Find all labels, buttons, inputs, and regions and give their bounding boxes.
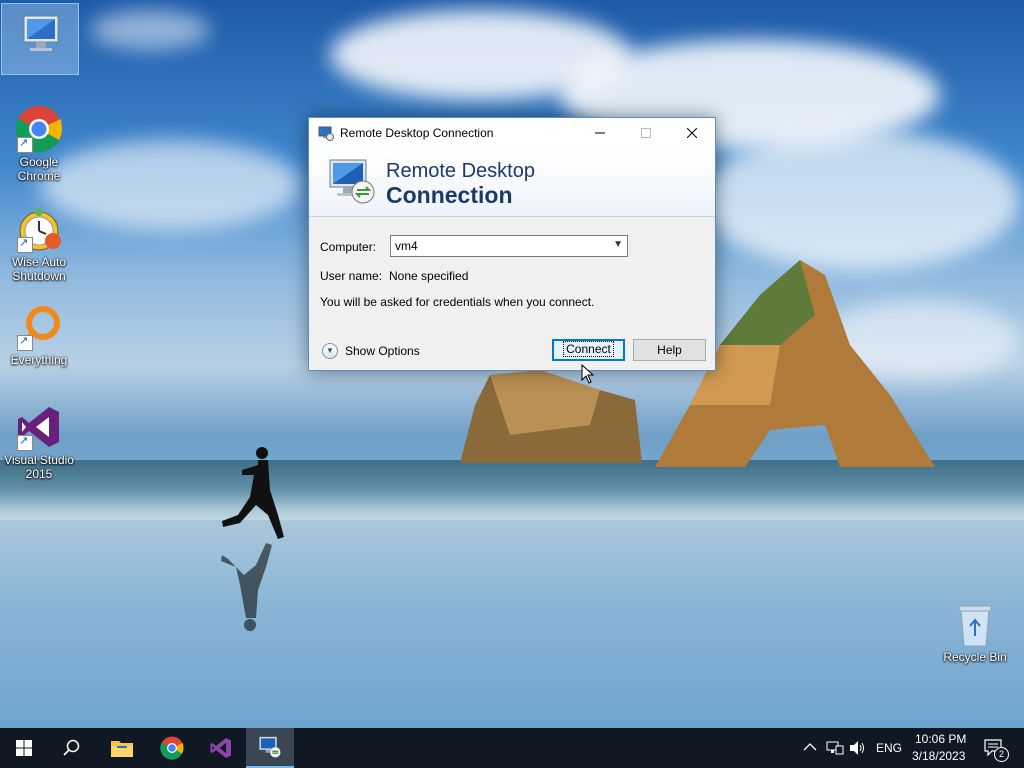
show-options-link[interactable]: Show Options xyxy=(345,344,420,358)
dialog-titlebar[interactable]: Remote Desktop Connection xyxy=(309,118,715,148)
clock-date[interactable]: 3/18/2023 xyxy=(912,749,965,763)
desktop-icon-recycle-bin[interactable]: Recycle Bin xyxy=(937,600,1013,664)
chrome-icon xyxy=(160,736,184,760)
remote-desktop-dialog[interactable]: Remote Desktop Connection Remote Desktop… xyxy=(308,117,716,371)
username-label: User name: xyxy=(320,269,383,283)
taskbar-visual-studio[interactable] xyxy=(197,728,245,768)
remote-desktop-icon xyxy=(259,736,281,758)
shortcut-arrow-icon xyxy=(17,334,33,351)
visual-studio-icon xyxy=(210,738,231,758)
everything-icon xyxy=(15,303,63,351)
username-value: None specified xyxy=(389,269,469,283)
help-button[interactable]: Help xyxy=(633,339,706,361)
recycle-bin-icon xyxy=(951,600,999,648)
chrome-icon xyxy=(15,105,63,153)
desktop-icon-label: Visual Studio 2015 xyxy=(4,453,74,481)
banner-title-line2: Connection xyxy=(386,182,513,208)
mouse-cursor-icon xyxy=(581,364,595,384)
close-button[interactable] xyxy=(669,118,715,148)
computer-label: Computer: xyxy=(320,240,377,254)
close-icon xyxy=(687,128,697,138)
taskbar-search-button[interactable] xyxy=(48,728,96,768)
desktop-icon-label: Google Chrome xyxy=(17,155,61,183)
shortcut-arrow-icon xyxy=(17,434,33,451)
computer-combobox[interactable]: vm4 ▼ xyxy=(390,235,628,257)
search-icon xyxy=(63,739,80,756)
desktop-icon-label: Everything xyxy=(10,353,68,367)
connect-label: Connect xyxy=(563,341,614,357)
desktop-icon-this-pc[interactable] xyxy=(1,3,79,75)
this-pc-icon xyxy=(16,10,64,58)
runner-silhouette xyxy=(221,447,284,631)
remote-desktop-logo-icon xyxy=(329,159,375,204)
minimize-button[interactable] xyxy=(577,118,623,148)
banner-title-line1: Remote Desktop xyxy=(386,160,535,182)
minimize-icon xyxy=(595,132,605,134)
desktop-icon-label: Wise Auto Shutdown xyxy=(11,255,67,283)
wise-auto-shutdown-icon xyxy=(15,205,63,253)
connect-button[interactable]: Connect xyxy=(552,339,625,361)
chevron-down-icon[interactable]: ▼ xyxy=(613,239,623,250)
dialog-banner: Remote Desktop Connection xyxy=(309,148,715,217)
visual-studio-icon xyxy=(15,403,63,451)
language-indicator[interactable]: ENG xyxy=(876,741,902,755)
clock-time[interactable]: 10:06 PM xyxy=(915,732,966,746)
taskbar: ENG 10:06 PM 3/18/2023 2 xyxy=(0,728,1024,768)
desktop-icon-wise-auto-shutdown[interactable]: Wise Auto Shutdown xyxy=(1,205,77,283)
beach xyxy=(0,520,1024,728)
rock-formation-left xyxy=(460,370,642,463)
remote-desktop-icon xyxy=(318,126,334,141)
chevron-up-icon[interactable] xyxy=(803,742,817,752)
start-button[interactable] xyxy=(0,728,48,768)
desktop-icon-everything[interactable]: Everything xyxy=(1,303,77,367)
action-center-button[interactable]: 2 xyxy=(984,738,1009,762)
shortcut-arrow-icon xyxy=(17,136,33,153)
maximize-button xyxy=(623,118,669,148)
maximize-icon xyxy=(641,128,651,138)
shortcut-arrow-icon xyxy=(17,236,33,253)
show-options-chevron-icon[interactable]: ▼ xyxy=(322,343,338,359)
start-icon xyxy=(16,740,32,756)
taskbar-remote-desktop[interactable] xyxy=(246,728,294,768)
volume-icon[interactable] xyxy=(849,740,867,756)
file-explorer-icon xyxy=(111,741,133,757)
desktop-icon-label: Recycle Bin xyxy=(943,650,1007,664)
credentials-note: You will be asked for credentials when y… xyxy=(320,295,595,309)
computer-value[interactable]: vm4 xyxy=(395,239,418,253)
taskbar-file-explorer[interactable] xyxy=(98,728,146,768)
notification-count-badge: 2 xyxy=(994,747,1009,762)
taskbar-chrome[interactable] xyxy=(148,728,196,768)
desktop-icon-chrome[interactable]: Google Chrome xyxy=(1,105,77,183)
dialog-title: Remote Desktop Connection xyxy=(340,126,494,140)
desktop-icon-visual-studio[interactable]: Visual Studio 2015 xyxy=(1,403,77,481)
network-icon[interactable] xyxy=(826,740,844,756)
